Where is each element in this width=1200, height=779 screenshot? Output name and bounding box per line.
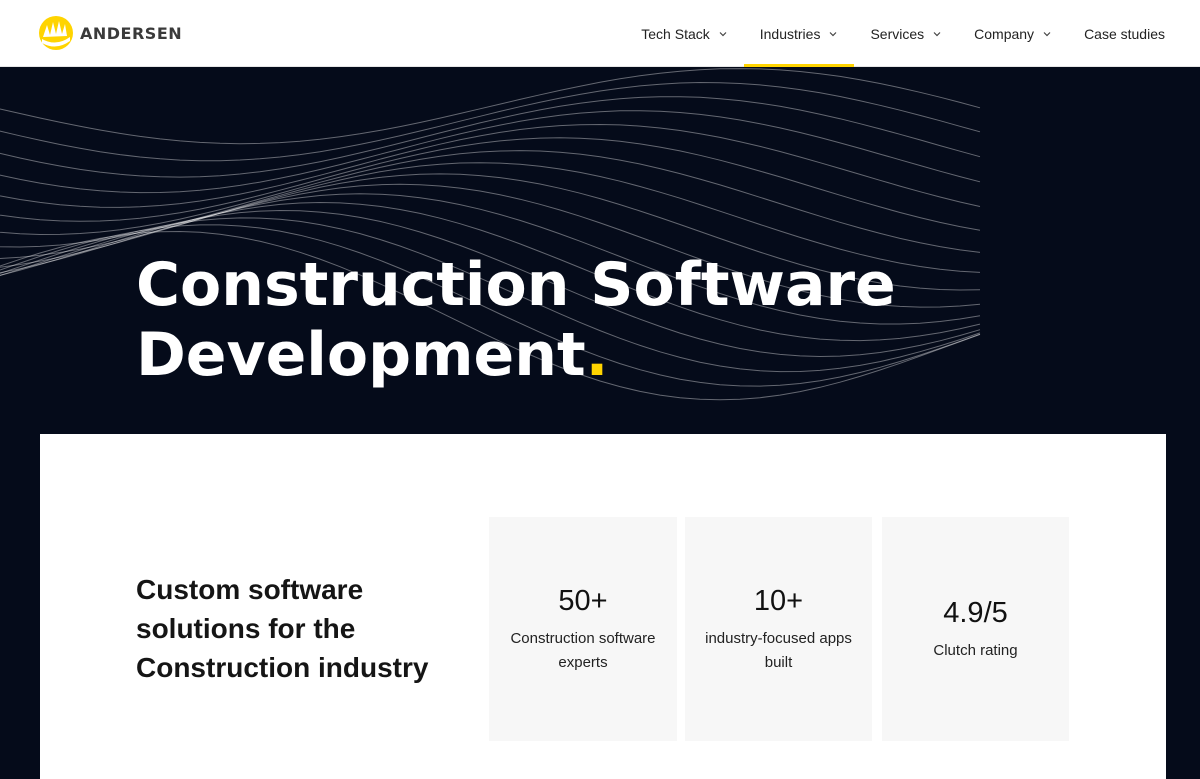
nav-item-case-studies[interactable]: Case studies bbox=[1068, 0, 1165, 67]
nav-item-label: Tech Stack bbox=[641, 25, 710, 42]
nav-item-label: Case studies bbox=[1084, 25, 1165, 42]
nav-item-industries[interactable]: Industries bbox=[743, 0, 855, 67]
nav-item-label: Services bbox=[870, 25, 925, 42]
nav-item-company[interactable]: Company bbox=[958, 0, 1068, 67]
stat-label: industry-focused apps built bbox=[705, 630, 852, 671]
title-accent-dot: . bbox=[585, 320, 609, 390]
chevron-down-icon bbox=[933, 31, 941, 36]
main-nav: Tech Stack Industries Services Company C… bbox=[625, 0, 1165, 67]
stat-value: 10+ bbox=[753, 585, 804, 617]
page-title-line-2: Development bbox=[136, 320, 586, 390]
nav-item-tech-stack[interactable]: Tech Stack bbox=[625, 0, 743, 67]
nav-item-services[interactable]: Services bbox=[854, 0, 958, 67]
page-title: Construction Software Development. bbox=[136, 250, 1036, 390]
topographic-line bbox=[0, 81, 981, 162]
stat-card: 4.9/5 Clutch rating bbox=[882, 517, 1069, 741]
intro-heading: Custom software solutions for the Constr… bbox=[136, 574, 429, 683]
chevron-down-icon bbox=[830, 31, 837, 36]
topographic-line bbox=[0, 68, 981, 145]
nav-item-label: Industries bbox=[759, 25, 821, 42]
stat-value: 50+ bbox=[558, 585, 608, 617]
brand-logo-icon bbox=[39, 16, 73, 50]
stat-label: Construction software experts bbox=[510, 630, 656, 671]
site-header: ANDERSEN Tech Stack Industries Services … bbox=[0, 0, 1200, 67]
chevron-down-icon bbox=[719, 31, 727, 36]
brand-name: ANDERSEN bbox=[80, 23, 183, 43]
page-title-line-1: Construction Software bbox=[136, 250, 896, 320]
stat-card: 50+ Construction software experts bbox=[489, 517, 677, 741]
stat-value: 4.9/5 bbox=[943, 597, 1008, 629]
stat-card: 10+ industry-focused apps built bbox=[685, 517, 872, 741]
topographic-line bbox=[0, 150, 981, 253]
brand-logo[interactable]: ANDERSEN bbox=[38, 15, 182, 51]
nav-item-label: Company bbox=[974, 25, 1035, 42]
intro-card: Custom software solutions for the Constr… bbox=[40, 434, 1166, 779]
chevron-down-icon bbox=[1043, 31, 1051, 36]
stat-label: Clutch rating bbox=[933, 642, 1018, 659]
